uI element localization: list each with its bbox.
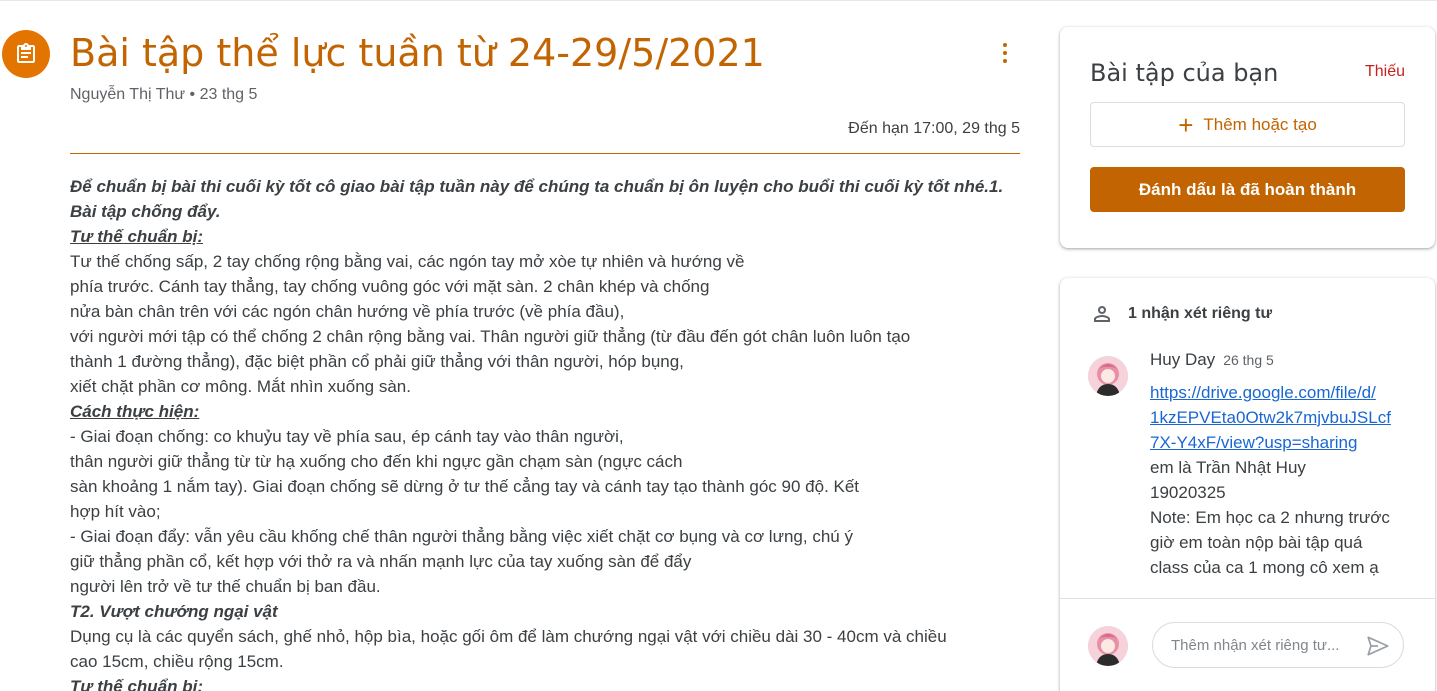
more-dot-icon <box>1003 51 1007 55</box>
assignment-meta: Nguyễn Thị Thư • 23 thg 5 <box>70 86 257 104</box>
instruction-line: Bài tập chống đẩy. <box>70 202 221 221</box>
assignment-title: Bài tập thể lực tuần từ 24-29/5/2021 <box>70 31 765 75</box>
avatar-image-icon <box>1088 356 1128 396</box>
your-work-card: Bài tập của bạn Thiếu + Thêm hoặc tạo Đá… <box>1060 27 1435 248</box>
assignment-icon <box>2 30 50 78</box>
comment-link-line: https://drive.google.com/file/d/ <box>1150 383 1376 402</box>
your-work-title: Bài tập của bạn <box>1090 59 1279 87</box>
mark-as-done-button[interactable]: Đánh dấu là đã hoàn thành <box>1090 167 1405 212</box>
avatar <box>1088 626 1128 666</box>
instruction-line: thành 1 đường thẳng), đặc biệt phần cổ p… <box>70 352 684 371</box>
comment-date: 26 thg 5 <box>1223 352 1274 368</box>
assignment-instructions: Để chuẩn bị bài thi cuối kỳ tốt cô giao … <box>70 174 1020 691</box>
instruction-line: Tư thế chống sấp, 2 tay chống rộng bằng … <box>70 252 745 271</box>
instruction-line: sàn khoảng 1 nắm tay). Giai đoạn chống s… <box>70 477 860 496</box>
instruction-line: - Giai đoạn đẩy: vẫn yêu cầu khống chế t… <box>70 527 853 546</box>
meta-separator: • <box>185 86 200 103</box>
add-or-create-button[interactable]: + Thêm hoặc tạo <box>1090 102 1405 147</box>
private-comment-field[interactable] <box>1152 622 1404 668</box>
plus-icon: + <box>1178 109 1194 140</box>
missing-status-badge: Thiếu <box>1364 63 1405 80</box>
instruction-line: - Giai đoạn chống: co khuỷu tay về phía … <box>70 427 624 446</box>
instruction-line: nửa bàn chân trên với các ngón chân hướn… <box>70 302 625 321</box>
comment-text-line: 19020325 <box>1150 483 1226 502</box>
instruction-line: thân người giữ thẳng từ từ hạ xuống cho … <box>70 452 683 471</box>
instruction-line: xiết chặt phần cơ mông. Mắt nhìn xuống s… <box>70 377 411 396</box>
avatar <box>1088 356 1128 396</box>
instruction-line: với người mới tập có thể chống 2 chân rộ… <box>70 327 911 346</box>
instruction-line: Cách thực hiện: <box>70 402 200 421</box>
more-dot-icon <box>1003 43 1007 47</box>
private-comment-input[interactable] <box>1171 636 1351 654</box>
instruction-line: T2. Vượt chướng ngại vật <box>70 602 278 621</box>
due-date: Đến hạn 17:00, 29 thg 5 <box>848 120 1020 137</box>
comment-link-line: 7X-Y4xF/view?usp=sharing <box>1150 433 1358 452</box>
instruction-line: giữ thẳng phần cổ, kết hợp với thở ra và… <box>70 552 692 571</box>
instruction-line: hợp hít vào; <box>70 502 161 521</box>
instruction-line: Tư thế chuẩn bị: <box>70 677 204 691</box>
comment-author-line: Huy Day 26 thg 5 <box>1150 350 1274 370</box>
more-dot-icon <box>1003 59 1007 63</box>
comment-divider <box>1060 598 1435 599</box>
post-date: 23 thg 5 <box>199 86 258 103</box>
author-name: Nguyễn Thị Thư <box>70 86 186 103</box>
private-comments-header: 1 nhận xét riêng tư <box>1090 302 1272 326</box>
comment-text-line: class của ca 1 mong cô xem ạ <box>1150 558 1379 577</box>
instruction-line: Tư thế chuẩn bị: <box>70 227 204 246</box>
instruction-line: cao 15cm, chiều rộng 15cm. <box>70 652 284 671</box>
comment-text-line: Note: Em học ca 2 nhưng trước <box>1150 508 1390 527</box>
clipboard-icon <box>17 43 35 63</box>
private-comments-card: 1 nhận xét riêng tư Huy Day 26 thg 5 http… <box>1060 278 1435 691</box>
comment-author: Huy Day <box>1150 350 1216 369</box>
add-or-create-label: Thêm hoặc tạo <box>1203 114 1317 134</box>
instruction-line: phía trước. Cánh tay thẳng, tay chống vu… <box>70 277 710 296</box>
instruction-line: người lên trở về tư thế chuẩn bị ban đầu… <box>70 577 381 596</box>
instruction-line: Dụng cụ là các quyển sách, ghế nhỏ, hộp … <box>70 627 947 646</box>
more-options-button[interactable] <box>990 38 1020 68</box>
private-comments-count: 1 nhận xét riêng tư <box>1128 305 1273 322</box>
comment-link[interactable]: https://drive.google.com/file/d/ 1kzEPVE… <box>1150 380 1420 455</box>
header-divider <box>70 153 1020 154</box>
comment-text-line: em là Trần Nhật Huy <box>1150 458 1306 477</box>
avatar-image-icon <box>1088 626 1128 666</box>
comment-body: https://drive.google.com/file/d/ 1kzEPVE… <box>1150 380 1420 580</box>
instruction-line: Để chuẩn bị bài thi cuối kỳ tốt cô giao … <box>70 177 1004 196</box>
person-icon <box>1094 306 1110 322</box>
comment-text-line: giờ em toàn nộp bài tập quá <box>1150 533 1363 552</box>
comment-link-line: 1kzEPVEta0Otw2k7mjvbuJSLcf <box>1150 408 1391 427</box>
top-divider <box>0 0 1437 1</box>
send-icon[interactable] <box>1365 633 1391 659</box>
